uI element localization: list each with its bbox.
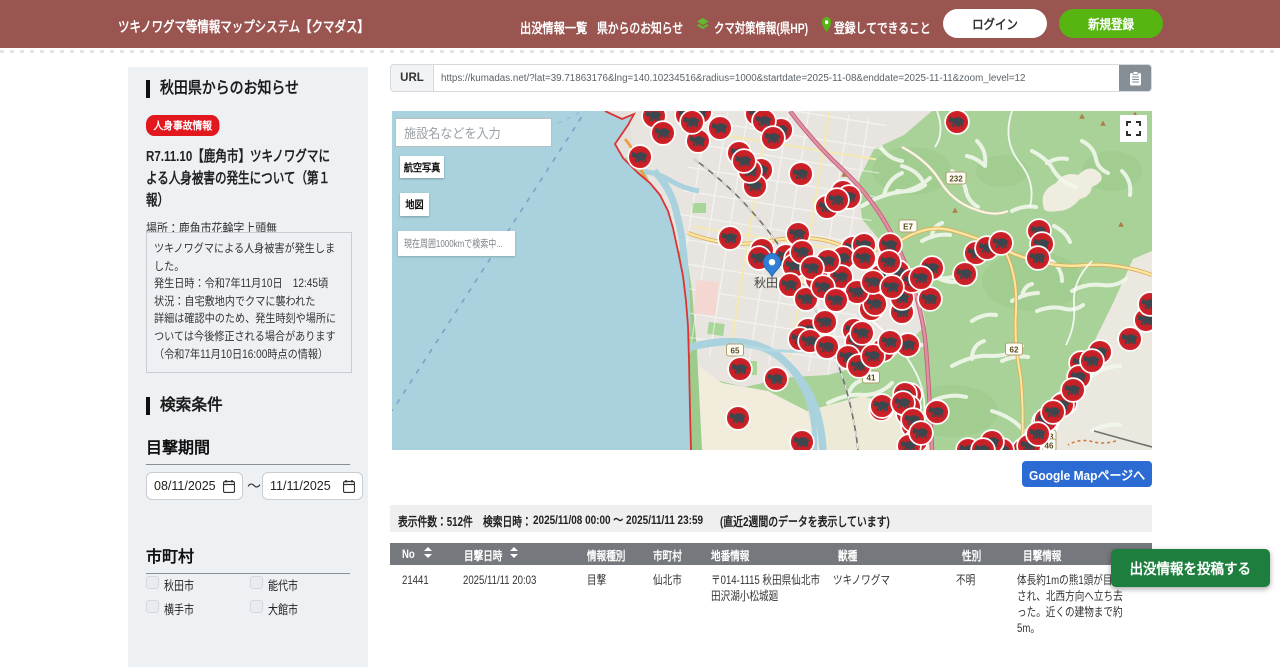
svg-text:232: 232 [949,175,963,184]
svg-text:E7: E7 [903,223,913,232]
svg-text:62: 62 [1010,346,1019,355]
svg-text:秋田: 秋田 [754,276,778,290]
svg-text:65: 65 [731,347,740,356]
